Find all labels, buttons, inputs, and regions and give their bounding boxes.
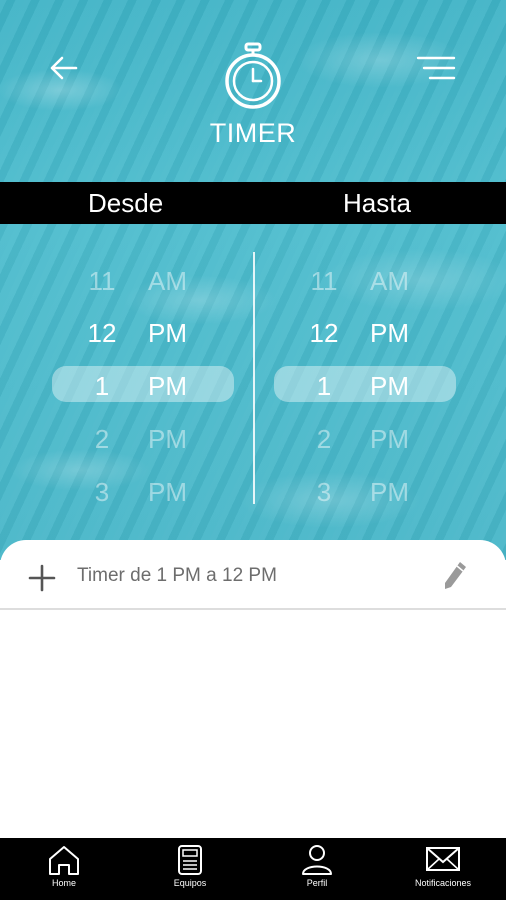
home-icon (49, 846, 79, 875)
pencil-icon (445, 562, 466, 589)
picker-row[interactable]: 12 PM (46, 312, 246, 352)
hour-value: 1 (94, 371, 110, 401)
tab-perfil[interactable]: Perfil (267, 838, 367, 900)
timer-sheet: Timer de 1 PM a 12 PM (0, 540, 506, 840)
hour-value: 3 (94, 477, 110, 507)
period-value: AM (148, 266, 187, 296)
user-icon (302, 845, 332, 875)
period-value: PM (148, 318, 187, 348)
picker-row[interactable]: 2 PM (46, 418, 246, 458)
menu-button[interactable] (414, 54, 458, 84)
envelope-icon (426, 847, 460, 871)
hour-value: 12 (309, 318, 339, 348)
period-value: PM (370, 318, 409, 348)
picker-row[interactable]: 11 AM (46, 260, 246, 300)
hour-value: 3 (316, 477, 332, 507)
period-value: PM (370, 477, 409, 507)
page-title: TIMER (209, 118, 297, 148)
edit-timer-button[interactable] (442, 560, 468, 592)
plus-icon (28, 564, 56, 592)
period-value: AM (370, 266, 409, 296)
menu-lines-icon (416, 56, 456, 80)
header: TIMER (0, 0, 506, 180)
hour-value: 2 (316, 424, 332, 454)
from-time-picker[interactable]: 11 AM 12 PM 1 PM 2 PM 3 PM (46, 252, 246, 512)
period-value: PM (370, 424, 409, 454)
picker-row[interactable]: 11 AM (268, 260, 468, 300)
period-value: PM (148, 477, 187, 507)
period-value: PM (370, 371, 409, 401)
tab-home[interactable]: Home (14, 838, 114, 900)
picker-row[interactable]: 3 PM (46, 471, 246, 511)
list-item[interactable]: Timer de 1 PM a 12 PM (0, 540, 506, 610)
period-value: PM (148, 371, 187, 401)
picker-row-selected[interactable]: 1 PM (46, 365, 246, 405)
tab-label: Equipos (173, 878, 207, 888)
hour-value: 12 (87, 318, 117, 348)
add-timer-button[interactable] (28, 564, 56, 592)
arrow-left-icon (50, 56, 78, 80)
device-icon (178, 845, 202, 875)
bottom-tab-bar: Home Equipos Perfil Notificaciones (0, 838, 506, 900)
timer-label: Timer de 1 PM a 12 PM (77, 565, 277, 586)
hour-value: 2 (94, 424, 110, 454)
period-value: PM (148, 424, 187, 454)
tab-label: Perfil (306, 878, 328, 888)
hour-value: 11 (88, 266, 116, 296)
picker-row[interactable]: 2 PM (268, 418, 468, 458)
to-time-picker[interactable]: 11 AM 12 PM 1 PM 2 PM 3 PM (268, 252, 468, 512)
stopwatch-icon (222, 42, 284, 110)
picker-row-selected[interactable]: 1 PM (268, 365, 468, 405)
to-label: Hasta (343, 188, 411, 218)
tab-label: Notificaciones (414, 878, 472, 888)
hour-value: 11 (310, 266, 338, 296)
range-bar: Desde Hasta (0, 182, 506, 224)
tab-equipos[interactable]: Equipos (140, 838, 240, 900)
hour-value: 1 (316, 371, 332, 401)
tab-label: Home (51, 878, 76, 888)
from-label: Desde (88, 188, 164, 218)
back-button[interactable] (48, 54, 80, 82)
tab-notificaciones[interactable]: Notificaciones (393, 838, 493, 900)
picker-row[interactable]: 3 PM (268, 471, 468, 511)
picker-divider (253, 252, 255, 504)
picker-row[interactable]: 12 PM (268, 312, 468, 352)
